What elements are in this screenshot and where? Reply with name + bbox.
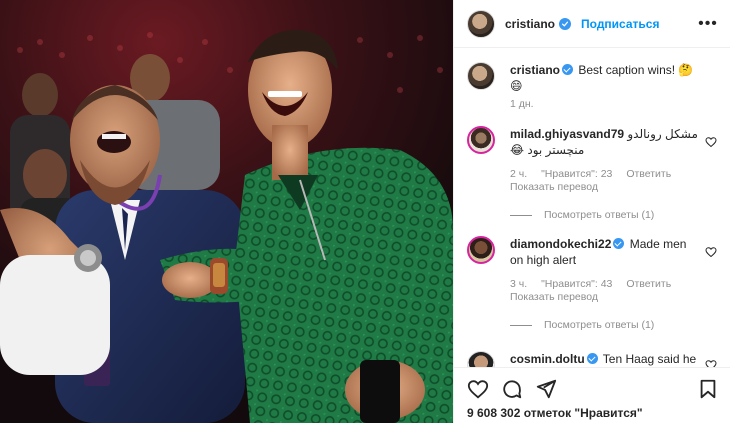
- reply-button[interactable]: Ответить: [626, 168, 671, 180]
- view-replies-label: Посмотреть ответы (1): [544, 209, 655, 221]
- post-photo[interactable]: [0, 0, 453, 423]
- verified-badge-icon: [562, 64, 574, 75]
- comment-time[interactable]: 2 ч.: [510, 168, 527, 180]
- like-comment-heart-icon[interactable]: [705, 246, 717, 258]
- view-replies-button[interactable]: Посмотреть ответы (1): [510, 319, 654, 331]
- author-username[interactable]: cristiano: [505, 17, 555, 31]
- commenter-avatar[interactable]: [467, 351, 495, 367]
- commenter-avatar[interactable]: [467, 236, 495, 264]
- comment-text: cosmin.doltu Ten Haag said he: [510, 351, 700, 367]
- comment-likes-count[interactable]: "Нравится": 23: [541, 168, 612, 180]
- post-side-panel: cristiano Подписаться ••• cristiano Best…: [453, 0, 730, 423]
- comment-body-line2: منچستر بود 😂: [510, 143, 585, 157]
- replies-divider-line: [510, 324, 532, 326]
- post-actions-bar: [467, 378, 719, 400]
- reply-button[interactable]: Ответить: [626, 278, 671, 290]
- comment-username[interactable]: diamondokechi22: [510, 237, 611, 251]
- caption-item: cristiano Best caption wins! 🤔 😄 1 дн.: [467, 62, 717, 122]
- replies-divider-line: [510, 214, 532, 216]
- comments-list[interactable]: cristiano Best caption wins! 🤔 😄 1 дн. m…: [454, 49, 730, 367]
- caption-author-avatar[interactable]: [467, 62, 495, 90]
- verified-badge-icon: [559, 17, 572, 30]
- comment-bubble-icon[interactable]: [501, 378, 523, 400]
- comment-likes-count[interactable]: "Нравится": 43: [541, 278, 612, 290]
- caption-username[interactable]: cristiano: [510, 63, 560, 77]
- more-options-icon[interactable]: •••: [698, 14, 718, 34]
- caption-body: Best caption wins! 🤔: [578, 63, 694, 77]
- comment-text: diamondokechi22 Made men on high alert: [510, 236, 700, 268]
- verified-badge-icon: [586, 353, 598, 364]
- like-heart-icon[interactable]: [467, 378, 489, 400]
- comment-text: milad.ghiyasvand79 مشکل رونالدو منچستر ب…: [510, 126, 700, 158]
- caption-time[interactable]: 1 дн.: [510, 98, 534, 110]
- caption-meta: 1 дн.: [510, 98, 545, 110]
- like-comment-heart-icon[interactable]: [705, 359, 717, 367]
- post-footer: 9 608 302 отметок "Нравится": [454, 367, 730, 423]
- comment-item: diamondokechi22 Made men on high alert 3…: [467, 236, 717, 336]
- comment-meta: 2 ч. "Нравится": 23 Ответить: [510, 168, 682, 180]
- view-replies-button[interactable]: Посмотреть ответы (1): [510, 209, 654, 221]
- follow-button[interactable]: Подписаться: [581, 17, 659, 31]
- save-bookmark-icon[interactable]: [697, 378, 719, 400]
- post-likes-count[interactable]: 9 608 302 отметок "Нравится": [467, 406, 643, 420]
- commenter-avatar[interactable]: [467, 126, 495, 154]
- comment-time[interactable]: 3 ч.: [510, 278, 527, 290]
- comment-item: cosmin.doltu Ten Haag said he: [467, 351, 717, 367]
- post-header: cristiano Подписаться •••: [454, 0, 730, 48]
- view-replies-label: Посмотреть ответы (1): [544, 319, 655, 331]
- comment-item: milad.ghiyasvand79 مشکل رونالدو منچستر ب…: [467, 126, 717, 226]
- author-avatar[interactable]: [467, 9, 495, 38]
- comment-username[interactable]: cosmin.doltu: [510, 352, 585, 366]
- verified-badge-icon: [613, 238, 625, 249]
- share-send-icon[interactable]: [535, 378, 557, 400]
- show-translation-button[interactable]: Показать перевод: [510, 291, 598, 303]
- caption-emoji: 😄: [510, 79, 523, 93]
- like-comment-heart-icon[interactable]: [705, 136, 717, 148]
- caption-text: cristiano Best caption wins! 🤔 😄: [510, 62, 700, 94]
- comment-body: Ten Haag said he: [602, 352, 697, 366]
- comment-username[interactable]: milad.ghiyasvand79: [510, 127, 624, 141]
- comment-body-line1: مشکل رونالدو: [627, 127, 698, 141]
- show-translation-button[interactable]: Показать перевод: [510, 181, 598, 193]
- instagram-post-window: cristiano Подписаться ••• cristiano Best…: [0, 0, 730, 423]
- comment-meta: 3 ч. "Нравится": 43 Ответить: [510, 278, 682, 290]
